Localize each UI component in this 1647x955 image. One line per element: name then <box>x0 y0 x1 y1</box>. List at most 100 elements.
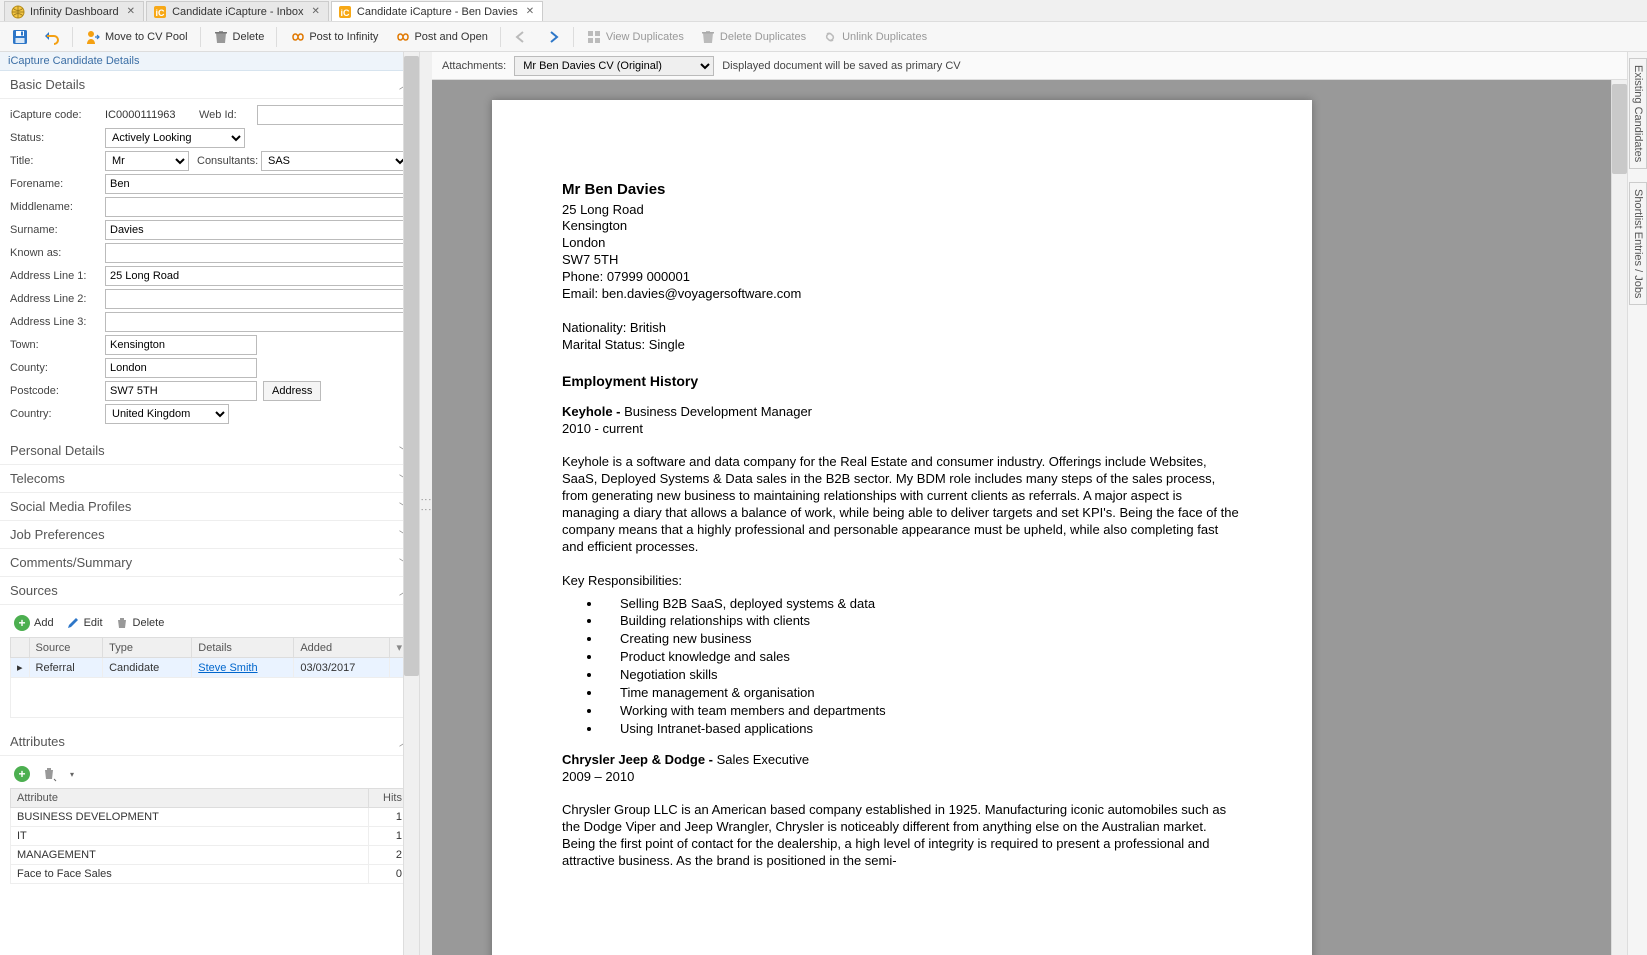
section-comments[interactable]: Comments/Summary ﹀ <box>0 549 419 577</box>
splitter[interactable]: ⋮⋮ <box>420 52 432 955</box>
panel-title: iCapture Candidate Details <box>0 52 419 71</box>
surname-input[interactable] <box>105 220 409 240</box>
table-row[interactable]: ▸ Referral Candidate Steve Smith 03/03/2… <box>11 658 409 678</box>
close-icon[interactable]: ✕ <box>127 6 135 17</box>
list-item: Product knowledge and sales <box>602 649 1242 666</box>
details-panel: iCapture Candidate Details Basic Details… <box>0 52 420 955</box>
tabs-bar: Infinity Dashboard ✕ iC Candidate iCaptu… <box>0 0 1647 22</box>
post-open-button[interactable]: Post and Open <box>388 25 493 49</box>
tab-candidate-active[interactable]: iC Candidate iCapture - Ben Davies ✕ <box>331 1 543 21</box>
attachments-label: Attachments: <box>442 60 506 72</box>
delete-source-button[interactable]: Delete <box>115 616 165 630</box>
table-row[interactable]: Face to Face Sales0 <box>11 865 409 884</box>
post-infinity-button[interactable]: Post to Infinity <box>283 25 384 49</box>
grid-icon <box>586 29 602 45</box>
list-item: Time management & organisation <box>602 685 1242 702</box>
toolbar: Move to CV Pool Delete Post to Infinity … <box>0 22 1647 52</box>
save-button[interactable] <box>6 25 34 49</box>
section-sources[interactable]: Sources ︿ <box>0 577 419 605</box>
county-input[interactable] <box>105 358 257 378</box>
status-select[interactable]: Actively Looking <box>105 128 245 148</box>
section-personal[interactable]: Personal Details ﹀ <box>0 437 419 465</box>
svg-text:iC: iC <box>156 8 166 18</box>
unlink-icon <box>822 29 838 45</box>
table-row[interactable]: IT1 <box>11 827 409 846</box>
scrollbar[interactable] <box>1611 80 1627 955</box>
close-icon[interactable]: ✕ <box>312 6 320 17</box>
nav-back-button[interactable] <box>507 25 535 49</box>
middlename-input[interactable] <box>105 197 409 217</box>
save-icon <box>12 29 28 45</box>
attributes-table[interactable]: Attribute Hits BUSINESS DEVELOPMENT1IT1M… <box>10 788 409 884</box>
knownas-input[interactable] <box>105 243 409 263</box>
trash-icon <box>115 616 129 630</box>
list-item: Using Intranet-based applications <box>602 721 1242 738</box>
table-row[interactable]: MANAGEMENT2 <box>11 846 409 865</box>
add-source-button[interactable]: + Add <box>14 615 54 631</box>
move-cv-button[interactable]: Move to CV Pool <box>79 25 194 49</box>
delete-attribute-button[interactable] <box>42 766 58 782</box>
document-panel: Attachments: Mr Ben Davies CV (Original)… <box>432 52 1647 955</box>
addr3-input[interactable] <box>105 312 409 332</box>
consultants-select[interactable]: SAS <box>261 151 409 171</box>
postcode-input[interactable] <box>105 381 257 401</box>
side-tab-shortlist[interactable]: Shortlist Entries / Jobs <box>1629 182 1647 305</box>
row-indicator-icon: ▸ <box>11 658 30 678</box>
close-icon[interactable]: ✕ <box>526 6 534 17</box>
grip-icon: ⋮⋮ <box>420 494 433 514</box>
town-input[interactable] <box>105 335 257 355</box>
person-arrow-icon <box>85 29 101 45</box>
tab-inbox[interactable]: iC Candidate iCapture - Inbox ✕ <box>146 1 329 21</box>
scrollbar[interactable] <box>403 52 419 955</box>
undo-button[interactable] <box>38 25 66 49</box>
country-select[interactable]: United Kingdom <box>105 404 229 424</box>
delete-button[interactable]: Delete <box>207 25 271 49</box>
section-attributes[interactable]: Attributes ︿ <box>0 728 419 756</box>
arrow-left-icon <box>513 29 529 45</box>
chevron-down-icon[interactable]: ▾ <box>396 642 402 654</box>
nav-forward-button[interactable] <box>539 25 567 49</box>
cv-document: Mr Ben Davies 25 Long Road Kensington Lo… <box>492 100 1312 955</box>
side-tab-existing[interactable]: Existing Candidates <box>1629 58 1647 169</box>
webid-input[interactable] <box>257 105 409 125</box>
delete-duplicates-button: Delete Duplicates <box>694 25 812 49</box>
document-viewport[interactable]: Mr Ben Davies 25 Long Road Kensington Lo… <box>432 80 1647 955</box>
forename-input[interactable] <box>105 174 409 194</box>
list-item: Negotiation skills <box>602 667 1242 684</box>
svg-text:iC: iC <box>340 8 350 18</box>
dropdown-icon[interactable]: ▾ <box>70 770 74 779</box>
list-item: Working with team members and department… <box>602 703 1242 720</box>
table-row[interactable]: BUSINESS DEVELOPMENT1 <box>11 808 409 827</box>
add-attribute-button[interactable]: + <box>14 766 30 782</box>
address-lookup-button[interactable]: Address <box>263 381 321 401</box>
trash-icon <box>213 29 229 45</box>
trash-icon <box>700 29 716 45</box>
view-duplicates-button: View Duplicates <box>580 25 690 49</box>
section-jobprefs[interactable]: Job Preferences ﹀ <box>0 521 419 549</box>
edit-source-button[interactable]: Edit <box>66 616 103 630</box>
pencil-icon <box>66 616 80 630</box>
infinity-open-icon <box>394 29 410 45</box>
infinity-icon <box>289 29 305 45</box>
app-icon: iC <box>338 5 352 19</box>
title-select[interactable]: Mr <box>105 151 189 171</box>
arrow-right-icon <box>545 29 561 45</box>
list-item: Selling B2B SaaS, deployed systems & dat… <box>602 596 1242 613</box>
section-basic-details[interactable]: Basic Details ︿ <box>0 71 419 99</box>
globe-icon <box>11 5 25 19</box>
attachment-note: Displayed document will be saved as prim… <box>722 60 960 72</box>
list-item: Creating new business <box>602 631 1242 648</box>
list-item: Building relationships with clients <box>602 613 1242 630</box>
addr2-input[interactable] <box>105 289 409 309</box>
attachment-select[interactable]: Mr Ben Davies CV (Original) <box>514 56 714 76</box>
undo-icon <box>44 29 60 45</box>
sources-table[interactable]: Source Type Details Added ▾ ▸ Referral C… <box>10 637 409 718</box>
section-telecoms[interactable]: Telecoms ﹀ <box>0 465 419 493</box>
addr1-input[interactable] <box>105 266 409 286</box>
add-icon: + <box>14 615 30 631</box>
unlink-duplicates-button: Unlink Duplicates <box>816 25 933 49</box>
source-detail-link[interactable]: Steve Smith <box>198 662 257 674</box>
icapture-code-value: IC0000111963 <box>105 109 195 121</box>
section-social[interactable]: Social Media Profiles ﹀ <box>0 493 419 521</box>
tab-dashboard[interactable]: Infinity Dashboard ✕ <box>4 1 144 21</box>
